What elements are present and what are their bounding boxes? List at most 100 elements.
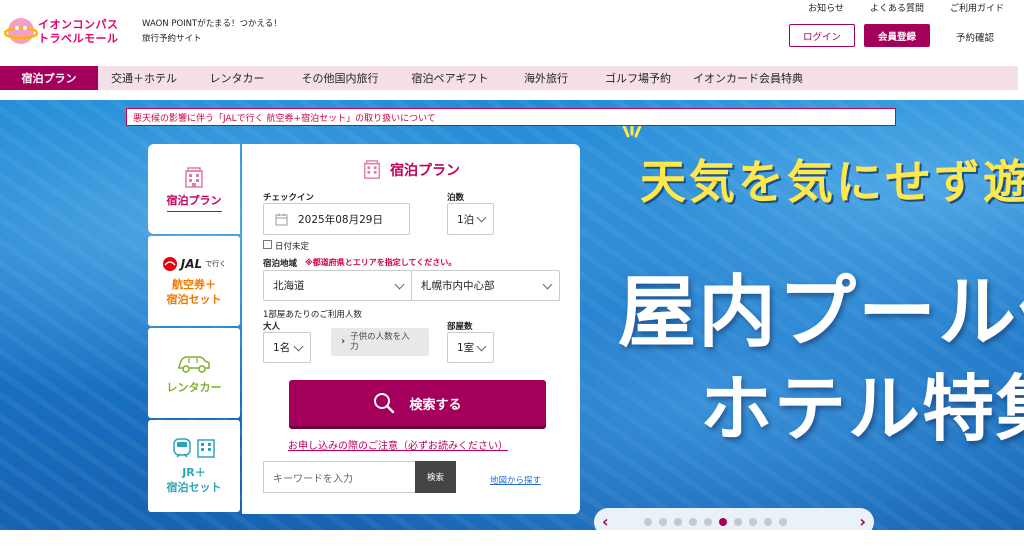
car-icon	[178, 355, 210, 373]
carousel-dot[interactable]	[779, 518, 787, 526]
caution-link[interactable]: お申し込みの際のご注意（必ずお読みください）	[288, 437, 508, 452]
panel-title-text: 宿泊プラン	[390, 163, 460, 179]
carousel-dot[interactable]	[674, 518, 682, 526]
prefecture-select[interactable]: 北海道	[263, 270, 412, 301]
child-count-button[interactable]: › 子供の人数を入 力	[331, 328, 429, 356]
reservation-check-link[interactable]: 予約確認	[956, 30, 994, 44]
prefecture-value: 北海道	[273, 280, 305, 292]
carousel-dot[interactable]	[659, 518, 667, 526]
search-button[interactable]: 検索する	[289, 380, 546, 426]
carousel-dot[interactable]	[719, 518, 727, 526]
stay-search-panel: 宿泊プラン チェックイン 2025年08月29日 泊数 1泊 日付未定 宿泊地域…	[242, 144, 580, 514]
nav-item-transport-hotel[interactable]: 交通＋ホテル	[98, 66, 190, 90]
area-label: 宿泊地域	[263, 259, 298, 269]
hero-title-line1: 屋内プール付	[618, 268, 1024, 358]
chevron-down-icon	[476, 341, 487, 351]
top-link-news[interactable]: お知らせ	[808, 1, 844, 14]
search-icon	[374, 393, 395, 414]
tagline-line2: 旅行予約サイト	[142, 34, 202, 44]
site-header: イオンコンパス トラベルモール WAON POINTがたまる！つかえる！ 旅行予…	[0, 0, 1024, 64]
panel-title: 宿泊プラン	[362, 160, 460, 180]
carousel-next-button[interactable]: ›	[859, 512, 866, 531]
date-undecided-checkbox[interactable]	[263, 240, 272, 249]
tab-jr-line2: 宿泊セット	[166, 481, 222, 494]
nav-item-stay-plan[interactable]: 宿泊プラン	[0, 66, 98, 90]
logo-text: イオンコンパス トラベルモール	[38, 18, 119, 46]
carousel-dot[interactable]	[644, 518, 652, 526]
chevron-down-icon	[293, 341, 304, 351]
rooms-select[interactable]: 1室	[447, 332, 494, 363]
carousel-dot[interactable]	[704, 518, 712, 526]
register-button[interactable]: 会員登録	[864, 24, 930, 47]
chevron-down-icon	[542, 279, 553, 289]
nav-item-domestic[interactable]: その他国内旅行	[284, 66, 396, 90]
jr-icons	[172, 437, 216, 459]
train-icon	[173, 438, 191, 458]
keyword-input[interactable]: キーワードを入力	[263, 461, 416, 493]
nights-select[interactable]: 1泊	[447, 203, 494, 235]
nav-item-rentacar[interactable]: レンタカー	[190, 66, 284, 90]
site-logo[interactable]: イオンコンパス トラベルモール	[4, 12, 126, 50]
chevron-down-icon	[476, 212, 487, 223]
jal-crane-icon	[162, 256, 177, 271]
adults-label: 大人	[263, 322, 281, 332]
tab-stay-plan-label: 宿泊プラン	[166, 193, 222, 212]
carousel-dot[interactable]	[689, 518, 697, 526]
jal-logo: JAL で行く	[162, 256, 226, 272]
building-icon	[185, 166, 203, 188]
jal-logo-sub: で行く	[205, 259, 227, 268]
carousel-dots	[644, 518, 787, 526]
guests-note: 1部屋あたりのご利用人数	[263, 310, 362, 320]
child-count-line2: 力	[350, 342, 359, 352]
tab-jal-set[interactable]: JAL で行く 航空券＋ 宿泊セット	[148, 236, 240, 326]
hotel-icon	[197, 439, 215, 458]
logo-mark-icon	[4, 18, 38, 44]
nav-item-overseas[interactable]: 海外旅行	[504, 66, 588, 90]
tab-jr-line1: JR＋	[182, 466, 206, 479]
weather-notice-link[interactable]: 悪天候の影響に伴う「JALで行く 航空券+宿泊セット」の取り扱いについて	[126, 108, 896, 126]
jal-logo-text: JAL	[180, 256, 203, 271]
tab-stay-plan[interactable]: 宿泊プラン	[148, 144, 240, 234]
nav-item-pair-gift[interactable]: 宿泊ペアギフト	[396, 66, 504, 90]
tab-rentacar-label: レンタカー	[166, 380, 222, 394]
page: イオンコンパス トラベルモール WAON POINTがたまる！つかえる！ 旅行予…	[0, 0, 1024, 548]
main-nav: 宿泊プラン 交通＋ホテル レンタカー その他国内旅行 宿泊ペアギフト 海外旅行 …	[0, 66, 1018, 90]
carousel-dot[interactable]	[734, 518, 742, 526]
chevron-down-icon	[394, 279, 405, 289]
child-count-label: 子供の人数を入 力	[350, 332, 410, 352]
chevron-right-icon: ›	[341, 336, 346, 347]
login-button[interactable]: ログイン	[789, 24, 855, 47]
keyword-search-button[interactable]: 検索	[415, 461, 456, 493]
tab-rentacar[interactable]: レンタカー	[148, 328, 240, 418]
building-icon	[364, 160, 380, 179]
area-required-note: ※都道府県とエリアを指定してください。	[305, 258, 457, 267]
adults-value: 1名	[273, 342, 291, 354]
hero-headline: 天気を気にせず遊	[640, 155, 1024, 209]
carousel-prev-button[interactable]: ‹	[602, 512, 609, 531]
hero-title-line2: ホテル特集	[700, 367, 1024, 451]
site-tagline: WAON POINTがたまる！つかえる！ 旅行予約サイト	[142, 17, 282, 47]
checkin-date-field[interactable]: 2025年08月29日	[263, 203, 410, 235]
top-link-faq[interactable]: よくある質問	[870, 1, 924, 14]
child-count-line1: 子供の人数を入	[350, 332, 410, 342]
page-bottom	[0, 530, 1024, 548]
top-links: お知らせ よくある質問 ご利用ガイド	[808, 1, 1004, 14]
nights-label: 泊数	[447, 193, 465, 203]
search-button-label: 検索する	[409, 397, 462, 413]
nav-item-golf[interactable]: ゴルフ場予約	[588, 66, 688, 90]
tab-jal-line2: 宿泊セット	[166, 292, 222, 306]
logo-line2: トラベルモール	[38, 32, 119, 45]
nav-item-aeon-card[interactable]: イオンカード会員特典	[688, 66, 808, 90]
calendar-icon	[275, 213, 288, 226]
tab-jal-line1: 航空券＋	[172, 277, 216, 291]
carousel-dot[interactable]	[749, 518, 757, 526]
tab-jr-set[interactable]: JR＋ 宿泊セット	[148, 420, 240, 512]
area-value: 札幌市内中心部	[421, 280, 495, 292]
logo-line1: イオンコンパス	[38, 18, 119, 31]
nights-value: 1泊	[457, 213, 475, 226]
top-link-guide[interactable]: ご利用ガイド	[950, 1, 1004, 14]
map-search-link[interactable]: 地図から探す	[490, 474, 541, 486]
area-select[interactable]: 札幌市内中心部	[411, 270, 560, 301]
carousel-dot[interactable]	[764, 518, 772, 526]
adults-select[interactable]: 1名	[263, 332, 311, 363]
